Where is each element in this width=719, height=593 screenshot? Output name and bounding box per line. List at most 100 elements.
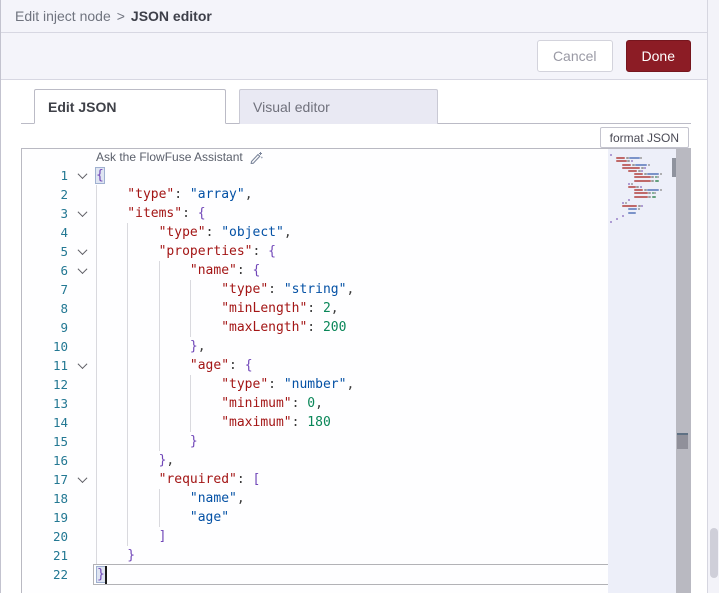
minimap-mark bbox=[616, 160, 627, 163]
breadcrumb-parent-link[interactable]: Edit inject node bbox=[15, 8, 111, 24]
code-line[interactable]: 6 "name": { bbox=[22, 261, 690, 280]
code-editor[interactable]: Ask the FlowFuse Assistant 1{2 "type": "a… bbox=[21, 148, 691, 593]
page-scrollbar-thumb[interactable] bbox=[710, 528, 718, 578]
chevron-down-icon bbox=[77, 169, 88, 180]
code-line[interactable]: 10}, bbox=[22, 337, 690, 356]
code-line[interactable]: 1{ bbox=[22, 166, 690, 185]
line-number: 3 bbox=[60, 206, 68, 221]
minimap-mark bbox=[624, 202, 627, 204]
minimap-mark bbox=[648, 192, 652, 195]
assistant-hint-row[interactable]: Ask the FlowFuse Assistant bbox=[22, 149, 690, 166]
code-line[interactable]: 7 "type": "string", bbox=[22, 280, 690, 299]
line-number: 9 bbox=[60, 320, 68, 335]
line-content: "name", bbox=[93, 489, 690, 508]
text-cursor bbox=[104, 565, 107, 584]
code-line[interactable]: 22} bbox=[22, 564, 690, 585]
code-line[interactable]: 3 "items": { bbox=[22, 204, 690, 223]
chevron-down-icon bbox=[77, 207, 88, 218]
line-content: "minimum": 0, bbox=[93, 394, 690, 413]
format-json-button[interactable]: format JSON bbox=[599, 127, 689, 148]
done-button[interactable]: Done bbox=[625, 40, 691, 72]
minimap-mark bbox=[659, 189, 662, 192]
line-content: "required": [ bbox=[93, 470, 690, 489]
fold-toggle[interactable] bbox=[72, 204, 93, 223]
minimap-mark bbox=[637, 205, 641, 208]
minimap-mark bbox=[640, 166, 644, 169]
fold-toggle[interactable] bbox=[72, 166, 93, 185]
tab-edit-json[interactable]: Edit JSON bbox=[34, 89, 226, 124]
minimap[interactable] bbox=[608, 149, 681, 593]
minimap-mark bbox=[622, 166, 640, 169]
code-line[interactable]: 16}, bbox=[22, 451, 690, 470]
tab-bar: Edit JSON Visual editor bbox=[21, 89, 691, 124]
line-number: 7 bbox=[60, 282, 68, 297]
code-line[interactable]: 2 "type": "array", bbox=[22, 185, 690, 204]
assistant-sparkle-icon bbox=[250, 152, 263, 164]
action-bar: Cancel Done bbox=[1, 33, 719, 80]
line-number: 11 bbox=[52, 358, 68, 373]
line-content: }, bbox=[93, 451, 690, 470]
line-content: "age" bbox=[93, 508, 690, 527]
code-line[interactable]: 13 "minimum": 0, bbox=[22, 394, 690, 413]
breadcrumb-separator: > bbox=[116, 8, 125, 24]
breadcrumb: Edit inject node > JSON editor bbox=[1, 0, 719, 33]
code-line[interactable]: 9 "maxLength": 200 bbox=[22, 318, 690, 337]
editor-scrollbar-thumb[interactable] bbox=[677, 433, 688, 449]
code-line[interactable]: 21} bbox=[22, 546, 690, 565]
tab-visual-editor-label: Visual editor bbox=[253, 99, 330, 115]
editor-vertical-scrollbar[interactable] bbox=[676, 149, 690, 593]
fold-toggle[interactable] bbox=[72, 242, 93, 261]
line-content: "properties": { bbox=[93, 242, 690, 261]
minimap-mark bbox=[622, 214, 624, 217]
line-number: 13 bbox=[52, 396, 68, 411]
code-line[interactable]: 12 "type": "number", bbox=[22, 375, 690, 394]
line-content: "name": { bbox=[93, 261, 690, 280]
minimap-mark bbox=[651, 195, 657, 198]
page-scrollbar[interactable] bbox=[707, 0, 719, 593]
tab-visual-editor[interactable]: Visual editor bbox=[239, 89, 438, 124]
code-line[interactable]: 17 "required": [ bbox=[22, 470, 690, 489]
cancel-button[interactable]: Cancel bbox=[536, 40, 613, 72]
line-number: 22 bbox=[52, 567, 68, 582]
minimap-mark bbox=[651, 176, 655, 179]
code-line[interactable]: 15} bbox=[22, 432, 690, 451]
minimap-mark bbox=[636, 186, 640, 188]
line-number: 4 bbox=[60, 225, 68, 240]
json-editor-dialog: Edit inject node > JSON editor Cancel Do… bbox=[0, 0, 719, 593]
code-line[interactable]: 4 "type": "object", bbox=[22, 223, 690, 242]
line-number: 2 bbox=[60, 187, 68, 202]
line-content: }, bbox=[93, 337, 690, 356]
line-number: 18 bbox=[52, 491, 68, 506]
code-line[interactable]: 19 "age" bbox=[22, 508, 690, 527]
minimap-mark bbox=[628, 182, 630, 185]
code-line[interactable]: 18 "name", bbox=[22, 489, 690, 508]
fold-toggle[interactable] bbox=[72, 261, 93, 280]
minimap-mark bbox=[634, 195, 648, 198]
line-number: 6 bbox=[60, 263, 68, 278]
minimap-mark bbox=[628, 211, 636, 214]
minimap-mark bbox=[644, 166, 647, 169]
minimap-mark bbox=[634, 176, 651, 179]
code-line[interactable]: 14 "maximum": 180 bbox=[22, 413, 690, 432]
minimap-mark bbox=[622, 163, 631, 166]
line-number: 16 bbox=[52, 453, 68, 468]
fold-toggle[interactable] bbox=[72, 470, 93, 489]
minimap-mark bbox=[639, 186, 642, 188]
minimap-mark bbox=[637, 170, 641, 172]
minimap-mark bbox=[634, 192, 648, 195]
gutter-spacer bbox=[22, 149, 72, 166]
code-line[interactable]: 5 "properties": { bbox=[22, 242, 690, 261]
fold-toggle[interactable] bbox=[72, 356, 93, 375]
code-line[interactable]: 20] bbox=[22, 527, 690, 546]
line-content: ] bbox=[93, 527, 690, 546]
minimap-mark bbox=[622, 202, 624, 204]
code-line[interactable]: 8 "minLength": 2, bbox=[22, 299, 690, 318]
minimap-mark bbox=[643, 173, 647, 176]
code-line[interactable]: 11 "age": { bbox=[22, 356, 690, 375]
minimap-mark bbox=[628, 170, 637, 172]
